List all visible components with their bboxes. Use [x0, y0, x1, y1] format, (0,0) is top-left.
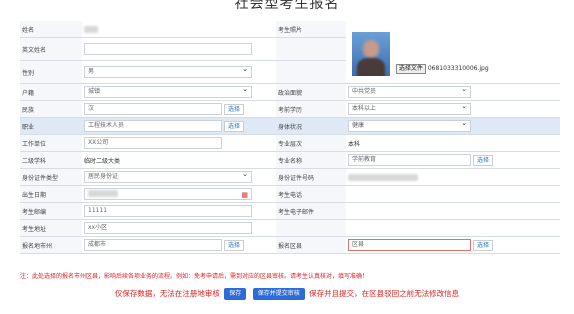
birthdate-input[interactable]: ▦ [84, 188, 252, 200]
label-photo: 考生照片 [276, 21, 346, 38]
employer-input[interactable]: XX公司 [84, 137, 222, 149]
major-level-value: 本科 [346, 134, 560, 152]
label-politics: 政治面貌 [276, 83, 346, 101]
label-gender: 性别 [20, 60, 82, 84]
label-occupation: 职业 [20, 117, 82, 135]
save-button[interactable]: 保存 [224, 288, 247, 300]
label-employer: 工作单位 [20, 134, 82, 152]
calendar-icon[interactable]: ▦ [241, 190, 248, 200]
label-health: 身体状况 [276, 117, 346, 135]
label-major-name: 专业名称 [276, 151, 346, 169]
district-input[interactable]: 区县 [348, 239, 471, 251]
ethnicity-pick-button[interactable]: 选择 [224, 103, 245, 115]
hukou-select[interactable]: 城镇 [84, 84, 252, 98]
city-pick-button[interactable]: 选择 [224, 239, 245, 251]
name-value [82, 21, 276, 38]
label-postcode: 考生邮编 [20, 202, 82, 220]
postcode-input[interactable]: 11111 [84, 205, 252, 217]
choose-file-button[interactable]: 选择文件 [395, 63, 426, 74]
label-district: 报名区县 [276, 236, 346, 254]
page-title: 社会型考生报名 [234, 0, 340, 12]
label-address: 考生地址 [20, 219, 82, 237]
save-hint: 仅保存数据，无法在注册地审核 [114, 289, 220, 298]
major-name-input[interactable]: 学前教育 [348, 154, 471, 166]
label-id-number: 身份证件号码 [276, 168, 346, 186]
action-bar: 仅保存数据，无法在注册地审核 保存 保存并提交审核 保存并且提交，在区县驳回之前… [0, 288, 574, 300]
id-number-redacted [348, 173, 418, 181]
city-input[interactable]: 成都市 [84, 239, 222, 251]
label-city: 报名地市州 [20, 236, 82, 254]
registration-form: 姓名 考生照片 选择文件 0681033310006.jpg 英文姓名 性别 男… [20, 21, 560, 254]
occupation-input[interactable]: 工程技术人员 [84, 120, 222, 132]
label-secondary-subject: 二级学科 [20, 151, 82, 169]
label-major-level: 专业层次 [276, 134, 346, 152]
label-english-name: 英文姓名 [20, 37, 82, 61]
ethnicity-input[interactable]: 汉 [84, 103, 222, 115]
health-select[interactable]: 健康 [348, 118, 471, 132]
submit-hint: 保存并且提交，在区县驳回之前无法修改信息 [309, 289, 460, 298]
warning-notice: 注：此处选择的报名市州区县，影响后续各项业务的流程。例如：免考申请后，需到对应的… [20, 273, 369, 280]
politics-select[interactable]: 中共党员 [348, 84, 471, 98]
label-name: 姓名 [20, 21, 82, 38]
secondary-subject-value: 临时二级大类 [82, 151, 276, 169]
photo-cell: 选择文件 0681033310006.jpg [346, 21, 560, 84]
major-pick-button[interactable]: 选择 [473, 154, 494, 166]
name-redacted [84, 25, 98, 33]
district-pick-button[interactable]: 选择 [473, 239, 494, 251]
id-type-select[interactable]: 居民身份证 [84, 169, 252, 183]
label-hukou: 户籍 [20, 83, 82, 101]
label-email: 考生电子邮件 [276, 202, 346, 220]
label-id-type: 身份证件类型 [20, 168, 82, 186]
label-ethnicity: 民族 [20, 100, 82, 118]
candidate-photo [352, 31, 390, 76]
label-education: 考前学历 [276, 100, 346, 118]
save-submit-button[interactable]: 保存并提交审核 [252, 288, 305, 300]
education-select[interactable]: 本科以上 [348, 101, 471, 115]
gender-select[interactable]: 男 [84, 64, 252, 78]
photo-filename: 0681033310006.jpg [427, 64, 489, 72]
occupation-pick-button[interactable]: 选择 [224, 120, 245, 132]
english-name-input[interactable] [84, 43, 252, 55]
label-phone: 考生电话 [276, 185, 346, 203]
address-input[interactable]: xx小区 [84, 222, 252, 234]
label-birthdate: 出生日期 [20, 185, 82, 203]
